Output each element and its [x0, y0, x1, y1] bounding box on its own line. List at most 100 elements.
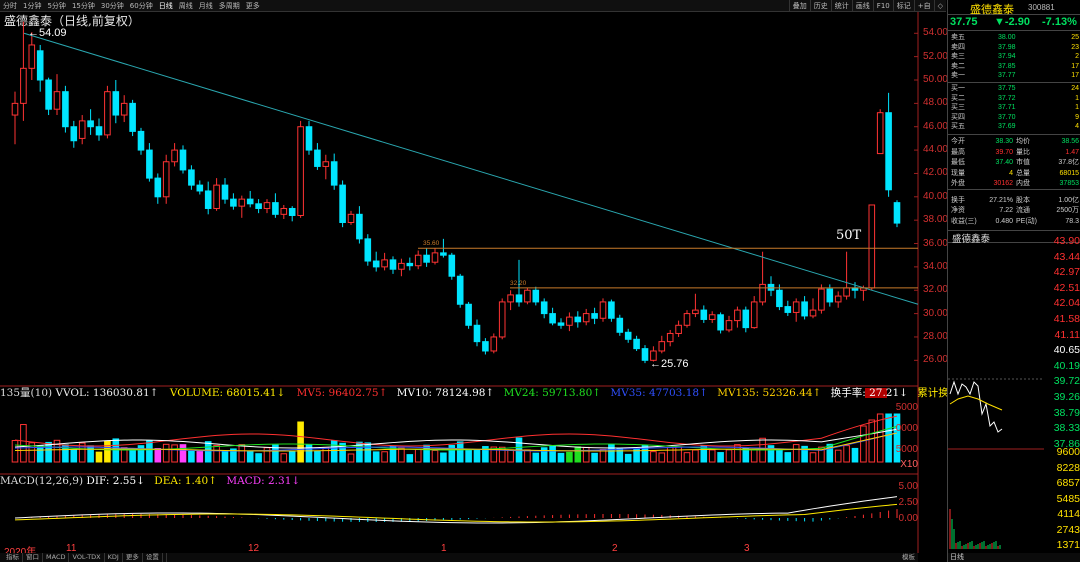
- candle-body: [515, 294, 523, 303]
- intraday-volume-label: 4114: [1057, 508, 1080, 520]
- period-tab-0[interactable]: 分时: [0, 0, 20, 12]
- price-axis-label: 40.00: [922, 190, 948, 202]
- bottom-tab-4[interactable]: KDJ: [105, 553, 123, 562]
- intraday-footer-label[interactable]: 日线: [948, 553, 964, 561]
- bottom-tab-1[interactable]: 窗口: [23, 553, 43, 562]
- mv5-value: MV5: 96402.75↑: [296, 387, 388, 399]
- candle-body: [599, 301, 607, 319]
- volume-bar: [238, 444, 246, 463]
- volume-bar: [330, 440, 338, 463]
- candle-body: [792, 301, 800, 313]
- bottom-tab-2[interactable]: MACD: [43, 553, 70, 562]
- candle-body: [297, 126, 304, 216]
- candle-body: [784, 306, 792, 313]
- tool-button-7[interactable]: ◇: [933, 0, 946, 12]
- period-tab-1[interactable]: 1分钟: [20, 0, 44, 12]
- tool-button-0[interactable]: 叠加: [788, 0, 810, 12]
- volume-bar: [532, 452, 540, 463]
- candle-body: [230, 198, 237, 207]
- volume-bar: [440, 452, 447, 463]
- period-tab-9[interactable]: 多周期: [216, 0, 243, 12]
- template-button[interactable]: 模板: [899, 553, 918, 562]
- candle-body: [272, 202, 279, 215]
- period-tab-8[interactable]: 月线: [196, 0, 216, 12]
- period-tab-2[interactable]: 5分钟: [44, 0, 68, 12]
- candle-body: [305, 126, 313, 151]
- tool-button-1[interactable]: 历史: [809, 0, 831, 12]
- tool-button-4[interactable]: F10: [872, 0, 893, 12]
- volume-bar: [263, 447, 271, 463]
- volume-bar: [297, 421, 304, 463]
- volume-bar: [95, 451, 103, 463]
- period-tab-7[interactable]: 周线: [176, 0, 196, 12]
- candle-body: [893, 202, 901, 224]
- volume-bar: [255, 453, 262, 463]
- volume-bar: [398, 447, 405, 463]
- price-axis-label: 52.00: [922, 50, 948, 62]
- candle-body: [423, 254, 430, 263]
- bottom-tab-0[interactable]: 指标: [3, 553, 23, 562]
- volume-value: VOLUME: 68015.41↓: [169, 387, 286, 399]
- volume-bar: [288, 451, 296, 463]
- intraday-price-label: 40.19: [1053, 359, 1080, 372]
- bottom-tab-6[interactable]: 设置: [143, 553, 163, 562]
- bid-row: 买三 37.71 1: [951, 104, 1079, 112]
- candle-body: [364, 238, 372, 262]
- intraday-price-label: 41.58: [1053, 313, 1080, 325]
- period-tab-6[interactable]: 日线: [156, 0, 176, 12]
- candle-body: [885, 112, 892, 191]
- tool-button-3[interactable]: 画线: [851, 0, 873, 12]
- candle-body: [876, 112, 884, 155]
- candle-body: [62, 91, 69, 128]
- low-label: ←25.76: [650, 358, 689, 370]
- volume-bar: [650, 451, 657, 463]
- candle-body: [759, 283, 766, 303]
- bottom-tab-5[interactable]: 更多: [123, 553, 143, 562]
- candle-body: [78, 120, 86, 139]
- bottom-tab-3[interactable]: VOL-TDX: [69, 553, 105, 562]
- intraday-price-label: 41.11: [1054, 328, 1080, 341]
- volume-bar: [582, 446, 590, 463]
- volume-bar: [20, 424, 27, 463]
- volume-bar: [87, 445, 94, 463]
- volume-bar: [414, 449, 422, 463]
- candle-body: [482, 341, 489, 352]
- bid-row: 买一 37.75 24: [951, 85, 1079, 92]
- volume-bar: [624, 453, 632, 463]
- volume-bar: [146, 440, 153, 463]
- period-tab-4[interactable]: 30分钟: [98, 0, 127, 12]
- candle-body: [381, 259, 388, 268]
- volume-bar: [549, 445, 556, 463]
- tool-button-5[interactable]: 标记: [892, 0, 914, 12]
- price-axis-label: 28.00: [922, 330, 948, 342]
- intraday-price-label: 42.97: [1053, 266, 1080, 279]
- volume-bar: [431, 450, 439, 463]
- price-line: 37.75 ▼-2.90 -7.13%: [948, 15, 1080, 31]
- candle-body: [507, 294, 514, 303]
- volume-bar: [314, 450, 321, 463]
- vvol-value: VVOL: 136030.81↑: [55, 387, 159, 399]
- last-price: 37.75: [950, 16, 978, 28]
- candle-body: [347, 213, 355, 223]
- stock-header: 盛德鑫泰 300881: [948, 0, 1080, 16]
- tool-button-2[interactable]: 统计: [830, 0, 852, 12]
- candle-body: [683, 313, 691, 326]
- period-tab-10[interactable]: 更多: [243, 0, 263, 12]
- ask-row: 卖一 37.77 17: [951, 72, 1079, 80]
- candle-body: [456, 275, 464, 305]
- period-tab-3[interactable]: 15分钟: [69, 0, 98, 12]
- intraday-price-label: 39.72: [1053, 375, 1080, 388]
- candle-body: [834, 295, 842, 303]
- candle-body: [104, 91, 111, 136]
- mv135-value: MV135: 52326.44↑: [717, 387, 822, 399]
- candle-body: [154, 177, 162, 198]
- period-tab-5[interactable]: 60分钟: [127, 0, 156, 12]
- candle-body: [112, 91, 120, 116]
- volume-bar: [616, 447, 624, 463]
- intraday-price-label: 38.79: [1053, 406, 1080, 419]
- candle-body: [734, 309, 741, 322]
- volume-bar: [213, 444, 220, 463]
- volume-bar: [104, 440, 111, 463]
- tool-button-6[interactable]: +自: [913, 0, 934, 12]
- candle-body: [221, 184, 229, 200]
